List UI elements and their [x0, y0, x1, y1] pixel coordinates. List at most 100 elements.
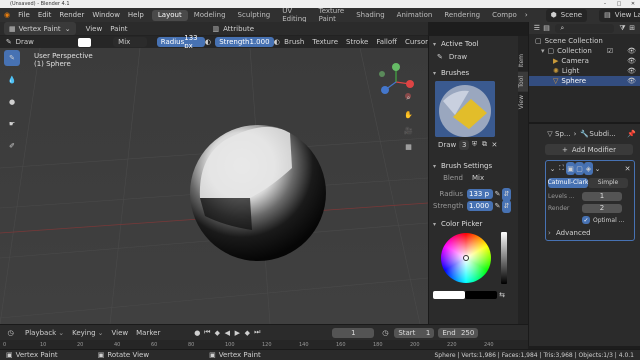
paint-color-swatch[interactable] [77, 37, 92, 47]
brush-menu[interactable]: Brush [284, 38, 304, 46]
stroke-menu[interactable]: Stroke [346, 38, 368, 46]
radius-pressure-icon[interactable]: ✎ [493, 188, 502, 201]
smear-tool-icon[interactable]: ☛ [4, 116, 20, 132]
draw-tool-icon[interactable]: ✎ [4, 50, 20, 66]
camera-view-icon[interactable]: 🎥 [402, 124, 415, 137]
menu-render[interactable]: Render [59, 11, 84, 19]
primary-color-swatch[interactable] [433, 290, 465, 299]
marker-menu[interactable]: Marker [136, 329, 160, 337]
current-frame-input[interactable]: 1 [332, 327, 375, 338]
optimal-display-checkbox[interactable]: ✓ [582, 216, 590, 224]
minimize-icon[interactable]: – [598, 0, 612, 8]
start-frame-input[interactable]: Start 1 [394, 327, 435, 338]
simple-button[interactable]: Simple [588, 177, 628, 188]
tab-tool[interactable]: Tool [518, 71, 528, 92]
brush-name[interactable]: Draw [16, 38, 34, 46]
blur-tool-icon[interactable]: 💧 [4, 72, 20, 88]
outliner-search-input[interactable]: ⌕ [555, 23, 614, 33]
maximize-icon[interactable]: □ [612, 0, 626, 8]
view-layer-selector[interactable]: ▤View Layer [599, 8, 640, 22]
pin-icon[interactable]: 📌 [627, 130, 636, 138]
chevron-down-icon[interactable]: ⌄ [548, 162, 557, 175]
strength-input[interactable]: 1.000 [467, 201, 493, 211]
active-tool-row[interactable]: ✎ Draw [433, 50, 514, 64]
tab-uv-editing[interactable]: UV Editing [276, 7, 312, 23]
blend-mode-dropdown[interactable]: Mix [113, 37, 147, 47]
eye-icon[interactable]: 👁 [627, 57, 636, 65]
3d-viewport[interactable]: User Perspective (1) Sphere ⌕ ✋ 🎥 ▦ [0, 48, 428, 324]
secondary-color-swatch[interactable] [465, 290, 497, 299]
perspective-toggle-icon[interactable]: ▦ [402, 140, 415, 153]
add-modifier-button[interactable]: + Add Modifier [545, 144, 633, 155]
jump-end-icon[interactable]: ⏭ [252, 326, 262, 339]
blend-dropdown[interactable]: Mix [467, 173, 513, 183]
color-picker-section[interactable]: ▾ Color Picker [433, 218, 514, 230]
duplicate-brush-icon[interactable]: ⧉ [479, 138, 489, 151]
zoom-icon[interactable]: ⌕ [402, 92, 415, 105]
active-tool-section[interactable]: ▾ Active Tool [433, 38, 514, 50]
tab-layout[interactable]: Layout [151, 9, 188, 21]
cursor-menu[interactable]: Cursor [405, 38, 428, 46]
delete-brush-icon[interactable]: ✕ [489, 138, 499, 151]
menu-help[interactable]: Help [128, 11, 144, 19]
tab-shading[interactable]: Shading [350, 10, 390, 21]
fake-user-shield-icon[interactable]: ⛨ [469, 138, 479, 151]
brush-settings-section[interactable]: ▾ Brush Settings [433, 160, 514, 172]
menu-window[interactable]: Window [92, 11, 120, 19]
mode-selector[interactable]: ▦ Vertex Paint ⌄ [4, 22, 76, 35]
strength-mode-icon[interactable]: ⇵ [502, 199, 511, 213]
radius-unit-icon[interactable]: ⇵ [502, 187, 511, 201]
advanced-subpanel[interactable]: › Advanced [548, 228, 632, 238]
checkbox-icon[interactable]: ☑ [607, 47, 613, 55]
levels-input[interactable]: 1 [582, 191, 622, 201]
brushes-section[interactable]: ▾ Brushes [433, 67, 514, 79]
brush-datablock-name[interactable]: Draw [433, 139, 459, 150]
outliner-row-sphere[interactable]: ▽ Sphere 👁 [529, 76, 640, 86]
scene-selector[interactable]: ⬢ Scene [545, 8, 588, 22]
pan-hand-icon[interactable]: ✋ [402, 108, 415, 121]
filter-icon[interactable]: ⧩ [618, 22, 628, 35]
menu-file[interactable]: File [18, 11, 30, 19]
average-tool-icon[interactable]: ● [4, 94, 20, 110]
jump-start-icon[interactable]: ⏮ [202, 326, 212, 339]
outliner-row-camera[interactable]: ▶ Camera 👁 [529, 56, 640, 66]
outliner-row-light[interactable]: ✺ Light 👁 [529, 66, 640, 76]
end-frame-input[interactable]: End 250 [438, 327, 479, 338]
remove-modifier-icon[interactable]: ✕ [623, 162, 632, 175]
workspace-scroll-right-icon[interactable]: › [525, 9, 528, 22]
eye-icon[interactable]: 👁 [627, 47, 636, 55]
tab-sculpting[interactable]: Sculpting [232, 10, 277, 21]
tab-compo[interactable]: Compo [486, 10, 523, 21]
pressure-radius-icon[interactable]: ◐ [205, 36, 212, 49]
outliner-row-collection[interactable]: ▾ ▢ Collection ☑ 👁 [529, 46, 640, 56]
render-toggle-icon[interactable]: ◈ [584, 162, 593, 175]
render-levels-input[interactable]: 2 [582, 203, 622, 213]
close-icon[interactable]: ✕ [626, 0, 640, 8]
value-slider[interactable] [501, 232, 507, 284]
eye-icon[interactable]: 👁 [627, 77, 636, 85]
tab-view[interactable]: View [518, 91, 528, 113]
tab-modeling[interactable]: Modeling [188, 10, 232, 21]
preview-range-icon[interactable]: ◷ [380, 326, 390, 339]
brush-preview-thumbnail[interactable] [435, 81, 495, 137]
viewport-toggle-icon[interactable]: ▢ [575, 162, 584, 175]
color-wheel-cursor[interactable] [463, 255, 469, 261]
annotate-tool-icon[interactable]: ✐ [4, 138, 20, 154]
timeline-editor-icon[interactable]: ◷ [4, 326, 17, 339]
brush-users-count[interactable]: 3 [459, 139, 470, 150]
eye-icon[interactable]: 👁 [627, 67, 636, 75]
tab-animation[interactable]: Animation [391, 10, 439, 21]
paint-menu[interactable]: Paint [110, 25, 127, 33]
prev-keyframe-icon[interactable]: ◆ [212, 326, 222, 339]
texture-menu[interactable]: Texture [312, 38, 338, 46]
play-icon[interactable]: ▶ [232, 326, 242, 339]
modifier-menu-icon[interactable]: ⌄ [593, 162, 602, 175]
color-wheel[interactable] [441, 233, 491, 283]
new-collection-icon[interactable]: ⊞ [627, 22, 637, 35]
menu-edit[interactable]: Edit [38, 11, 52, 19]
edit-mode-toggle-icon[interactable]: ▣ [566, 162, 575, 175]
pressure-strength-icon[interactable]: ◐ [274, 36, 281, 49]
view-menu[interactable]: View [86, 25, 103, 33]
timeline-ruler[interactable]: 0 10 20 40 60 80 100 120 140 160 180 200 220 240 [0, 340, 528, 349]
catmull-clark-button[interactable]: Catmull-Clark [548, 177, 588, 188]
